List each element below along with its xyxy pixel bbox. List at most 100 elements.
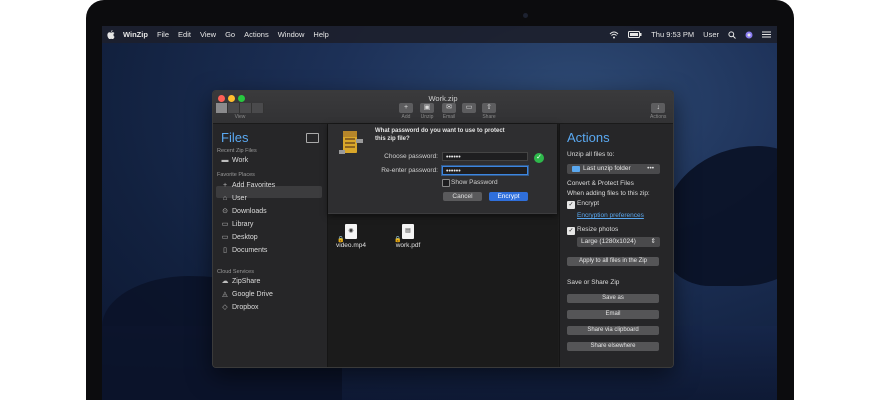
camera-icon xyxy=(523,13,528,18)
save-share-header: Save or Share Zip xyxy=(567,279,620,286)
apple-icon[interactable] xyxy=(107,30,115,39)
menu-go[interactable]: Go xyxy=(225,30,235,39)
sidebar-toggle-icon[interactable] xyxy=(306,133,319,143)
wifi-icon[interactable] xyxy=(609,31,619,39)
recent-zip-header: Recent Zip Files xyxy=(217,148,257,154)
menu-window[interactable]: Window xyxy=(278,30,305,39)
email-button[interactable]: ✉ Email xyxy=(442,103,456,120)
zip-folder-icon: ▬ xyxy=(221,157,229,164)
unzip-button[interactable]: ▣ Unzip xyxy=(420,103,434,120)
view-list-button[interactable] xyxy=(228,103,240,113)
battery-icon[interactable] xyxy=(628,31,642,38)
sidebar-item-user[interactable]: ⌂ User xyxy=(221,195,247,202)
show-password-checkbox[interactable] xyxy=(442,179,450,187)
cloud-services-header: Cloud Services xyxy=(217,269,254,275)
show-password-label: Show Password xyxy=(451,179,498,186)
encrypt-button[interactable]: Encrypt xyxy=(489,192,528,201)
files-sidebar: Files Recent Zip Files ▬ Work Favorite P… xyxy=(213,124,328,367)
share-zip-button[interactable]: ▭ xyxy=(462,103,476,114)
menu-help[interactable]: Help xyxy=(313,30,328,39)
sidebar-item-label: User xyxy=(232,195,247,202)
share-icon: ⇧ xyxy=(482,103,496,113)
encrypt-checkbox[interactable]: ✓ xyxy=(567,201,575,209)
menu-view[interactable]: View xyxy=(200,30,216,39)
choose-password-field[interactable]: •••••• xyxy=(442,152,528,161)
winzip-vise-icon xyxy=(339,131,363,154)
resize-size-value: Large (1280x1024) xyxy=(581,238,636,245)
sidebar-item-zipshare[interactable]: ☁ ZipShare xyxy=(221,278,261,285)
actions-toggle-button[interactable]: ↓ Actions xyxy=(650,103,666,120)
menu-actions[interactable]: Actions xyxy=(244,30,269,39)
actions-panel: Actions Unzip all files to: Last unzip f… xyxy=(559,124,673,367)
save-as-button[interactable]: Save as xyxy=(567,294,659,303)
menu-user[interactable]: User xyxy=(703,30,719,39)
cancel-button[interactable]: Cancel xyxy=(443,192,482,201)
view-label: View xyxy=(234,114,246,120)
add-icon: + xyxy=(399,103,413,113)
menu-clock[interactable]: Thu 9:53 PM xyxy=(651,30,694,39)
folder-icon: ▭ xyxy=(221,221,229,228)
sidebar-item-work[interactable]: ▬ Work xyxy=(221,157,249,164)
favorite-places-header: Favorite Places xyxy=(217,172,255,178)
menu-app-name[interactable]: WinZip xyxy=(123,30,148,39)
sidebar-item-label: Documents xyxy=(232,247,268,254)
unzip-all-label: Unzip all files to: xyxy=(567,151,615,158)
sidebar-item-dropbox[interactable]: ◇ Dropbox xyxy=(221,304,258,311)
sidebar-item-label: ZipShare xyxy=(232,278,261,285)
sidebar-item-documents[interactable]: ▯ Documents xyxy=(221,247,267,254)
reenter-password-field[interactable]: •••••• xyxy=(442,166,528,175)
pdf-file-icon: ▤ xyxy=(402,224,414,239)
email-icon: ✉ xyxy=(442,103,456,113)
sidebar-item-label: Work xyxy=(232,157,249,164)
sidebar-item-desktop[interactable]: ▭ Desktop xyxy=(221,234,258,241)
actions-title: Actions xyxy=(567,130,610,145)
search-icon[interactable] xyxy=(728,30,736,39)
view-icons-button[interactable] xyxy=(216,103,228,113)
sidebar-item-downloads[interactable]: ⊙ Downloads xyxy=(221,208,267,215)
menu-bar: WinZip File Edit View Go Actions Window … xyxy=(102,26,777,43)
wallpaper-island xyxy=(662,146,777,286)
view-gallery-button[interactable] xyxy=(252,103,264,113)
lock-icon: 🔒 xyxy=(337,237,345,243)
sidebar-item-library[interactable]: ▭ Library xyxy=(221,221,254,228)
sidebar-title: Files xyxy=(221,130,249,145)
menu-file[interactable]: File xyxy=(157,30,169,39)
desktop-screen: WinZip File Edit View Go Actions Window … xyxy=(102,26,777,400)
share-elsewhere-button[interactable]: Share elsewhere xyxy=(567,342,659,351)
sidebar-item-label: Desktop xyxy=(232,234,258,241)
actions-label: Actions xyxy=(650,114,667,120)
email-zip-button[interactable]: Email xyxy=(567,310,659,319)
menu-edit[interactable]: Edit xyxy=(178,30,191,39)
view-mode-control[interactable] xyxy=(216,103,264,113)
encrypt-label: Encrypt xyxy=(577,200,600,207)
reenter-password-label: Re-enter password: xyxy=(381,167,438,174)
menu-extras: Thu 9:53 PM User xyxy=(609,26,771,43)
password-dialog: What password do you want to use to prot… xyxy=(328,124,557,214)
share-button[interactable]: ⇧ Share xyxy=(482,103,496,120)
passwords-match-check-icon: ✓ xyxy=(534,153,544,163)
encryption-preferences-link[interactable]: Encryption preferences xyxy=(577,212,644,219)
sidebar-item-google-drive[interactable]: ◬ Google Drive xyxy=(221,291,273,298)
sidebar-item-add-favorites[interactable]: + Add Favorites xyxy=(221,182,275,189)
unzip-target-select[interactable]: Last unzip folder ••• xyxy=(567,164,660,174)
share-via-clipboard-button[interactable]: Share via clipboard xyxy=(567,326,659,335)
resize-size-select[interactable]: Large (1280x1024) ⇕ xyxy=(577,237,660,247)
email-label: Email xyxy=(442,114,456,120)
link-icon: ▭ xyxy=(462,103,476,113)
notification-center-icon[interactable] xyxy=(762,31,771,38)
siri-icon[interactable] xyxy=(745,31,753,39)
files-pane: What password do you want to use to prot… xyxy=(328,124,558,367)
share-label: Share xyxy=(482,114,496,120)
lock-icon: 🔒 xyxy=(394,237,402,243)
unzip-target-value: Last unzip folder xyxy=(583,165,631,172)
actions-icon: ↓ xyxy=(651,103,666,113)
sidebar-item-label: Dropbox xyxy=(232,304,259,311)
resize-photos-checkbox[interactable]: ✓ xyxy=(567,227,575,235)
video-file-icon: ◉ xyxy=(345,224,357,239)
convert-protect-header: Convert & Protect Files xyxy=(567,180,634,187)
apply-to-all-button[interactable]: Apply to all files in the Zip xyxy=(567,257,659,266)
window-title: Work.zip xyxy=(428,94,458,103)
add-button[interactable]: + Add xyxy=(399,103,413,120)
desktop-icon: ▭ xyxy=(221,234,229,241)
view-columns-button[interactable] xyxy=(240,103,252,113)
